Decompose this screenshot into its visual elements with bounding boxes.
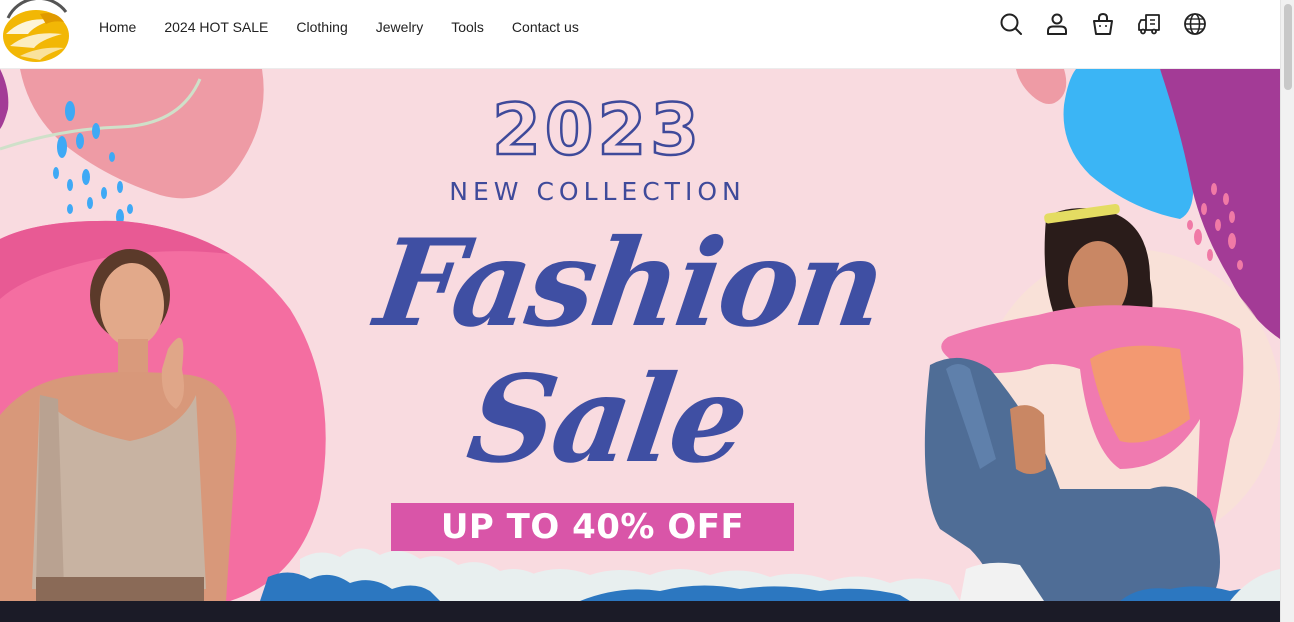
banner-headline-line2: Sale [460, 349, 755, 490]
banner-year: 2023 [491, 88, 703, 173]
account-icon[interactable] [1045, 12, 1069, 36]
nav-jewelry[interactable]: Jewelry [376, 18, 423, 36]
banner-headline-line1: Fashion [368, 213, 892, 354]
scrollbar-thumb[interactable] [1284, 4, 1292, 90]
nav-home[interactable]: Home [99, 18, 136, 36]
nav-clothing[interactable]: Clothing [296, 18, 347, 36]
nav-contact-us[interactable]: Contact us [512, 18, 579, 36]
hero-banner[interactable]: 2023 NEW COLLECTION Fashion Sale UP TO 4… [0, 69, 1280, 601]
globe-icon[interactable] [1183, 12, 1207, 36]
header-icons [999, 12, 1207, 36]
nav-hot-sale[interactable]: 2024 HOT SALE [164, 18, 268, 36]
page-scrollbar[interactable] [1280, 0, 1294, 622]
footer-band [0, 601, 1280, 622]
site-header: Home 2024 HOT SALE Clothing Jewelry Tool… [0, 0, 1280, 69]
cart-icon[interactable] [1091, 12, 1115, 36]
main-nav: Home 2024 HOT SALE Clothing Jewelry Tool… [99, 18, 607, 36]
search-icon[interactable] [999, 12, 1023, 36]
page: Home 2024 HOT SALE Clothing Jewelry Tool… [0, 0, 1294, 622]
banner-promo-label[interactable]: UP TO 40% OFF [391, 503, 794, 551]
eagle-logo-icon[interactable] [0, 0, 72, 64]
nav-tools[interactable]: Tools [451, 18, 484, 36]
banner-subtitle: NEW COLLECTION [449, 177, 746, 206]
shipping-truck-icon[interactable] [1137, 12, 1161, 36]
